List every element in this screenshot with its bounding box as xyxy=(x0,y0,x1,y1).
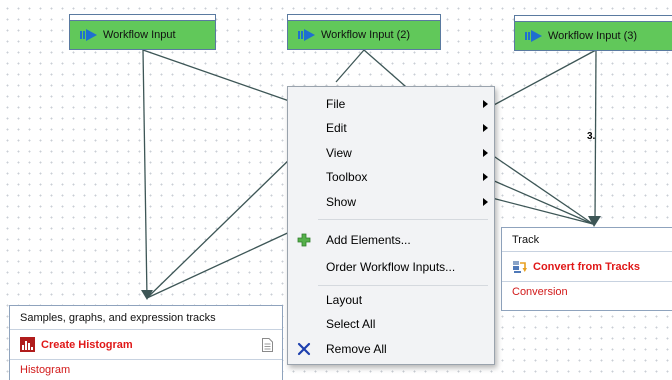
blue-x-icon xyxy=(297,342,311,356)
input-channel-header[interactable]: Samples, graphs, and expression tracks xyxy=(10,306,282,330)
submenu-arrow-icon xyxy=(483,198,488,206)
input-arrow-icon xyxy=(80,29,97,41)
output-channel-label: Conversion xyxy=(512,286,568,298)
menu-item-label: Add Elements... xyxy=(326,233,411,247)
workflow-input-label: Workflow Input xyxy=(103,29,176,41)
output-channel-label: Histogram xyxy=(20,364,71,376)
connector-line xyxy=(491,154,594,225)
step-number-label: 3. xyxy=(587,131,596,142)
menu-item-label: Order Workflow Inputs... xyxy=(326,260,456,274)
menu-item-label: Layout xyxy=(326,293,363,307)
tool-row[interactable]: Convert from Tracks xyxy=(502,252,672,282)
workflow-input-node-2[interactable]: Workflow Input (2) xyxy=(287,14,441,50)
menu-item-file[interactable]: File xyxy=(288,92,494,116)
menu-item-show[interactable]: Show xyxy=(288,190,494,214)
document-icon[interactable] xyxy=(262,338,273,352)
menu-item-label: Remove All xyxy=(326,342,387,356)
workflow-input-label: Workflow Input (3) xyxy=(548,30,638,42)
menu-item-view[interactable]: View xyxy=(288,141,494,165)
convert-tracks-icon xyxy=(513,261,527,273)
menu-item-label: Toolbox xyxy=(326,170,368,184)
context-menu: File Edit View Toolbox Show Add Elements… xyxy=(287,86,495,365)
tool-name: Convert from Tracks xyxy=(533,260,640,273)
connector-line xyxy=(146,154,295,299)
menu-item-order-workflow-inputs[interactable]: Order Workflow Inputs... xyxy=(288,255,494,279)
create-histogram-element[interactable]: Samples, graphs, and expression tracks C… xyxy=(9,305,283,380)
submenu-arrow-icon xyxy=(483,173,488,181)
menu-item-label: Show xyxy=(326,195,357,209)
submenu-arrow-icon xyxy=(483,124,488,132)
arrowhead xyxy=(141,290,153,300)
submenu-arrow-icon xyxy=(483,149,488,157)
tool-name: Create Histogram xyxy=(41,338,133,351)
workflow-input-label: Workflow Input (2) xyxy=(321,29,411,41)
connector-line xyxy=(335,49,365,83)
output-channel[interactable]: Histogram xyxy=(10,360,282,380)
connector-line xyxy=(142,49,148,299)
green-plus-icon xyxy=(297,233,311,247)
menu-item-toolbox[interactable]: Toolbox xyxy=(288,165,494,189)
connector-line xyxy=(142,49,296,104)
tool-row[interactable]: Create Histogram xyxy=(10,330,282,360)
workflow-input-node-3[interactable]: Workflow Input (3) xyxy=(514,15,672,51)
input-channel-label: Track xyxy=(512,233,540,246)
menu-separator xyxy=(318,219,488,220)
connector-line xyxy=(491,49,597,107)
input-channel-label: Samples, graphs, and expression tracks xyxy=(20,311,216,324)
convert-from-tracks-element[interactable]: Track Convert from Tracks Conversion xyxy=(501,227,672,311)
menu-item-label: Edit xyxy=(326,121,347,135)
input-arrow-icon xyxy=(298,29,315,41)
menu-item-edit[interactable]: Edit xyxy=(288,116,494,140)
menu-separator xyxy=(318,285,488,286)
connector-line xyxy=(146,229,295,299)
menu-item-label: File xyxy=(326,97,346,111)
histogram-icon xyxy=(20,337,35,352)
input-arrow-icon xyxy=(525,30,542,42)
menu-item-remove-all[interactable]: Remove All xyxy=(288,337,494,361)
menu-item-label: Select All xyxy=(326,317,376,331)
menu-item-label: View xyxy=(326,146,352,160)
workflow-input-node-1[interactable]: Workflow Input xyxy=(69,14,216,50)
menu-item-layout[interactable]: Layout xyxy=(288,288,494,312)
menu-item-add-elements[interactable]: Add Elements... xyxy=(288,228,494,252)
input-channel-header[interactable]: Track xyxy=(502,228,672,252)
output-channel[interactable]: Conversion xyxy=(502,282,672,302)
menu-item-select-all[interactable]: Select All xyxy=(288,312,494,336)
submenu-arrow-icon xyxy=(483,100,488,108)
